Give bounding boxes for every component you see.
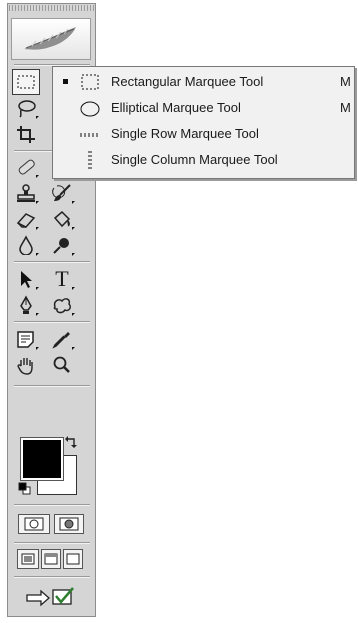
path-selection-tool[interactable]: [12, 266, 40, 292]
menu-item-shortcut: M: [340, 100, 351, 115]
toolbar-separator: [14, 261, 90, 263]
checked-indicator-icon: [63, 79, 68, 84]
quick-mask-mode-button[interactable]: [54, 514, 84, 534]
app-logo[interactable]: [11, 18, 91, 60]
hand-icon: [17, 358, 33, 375]
custom-shape-tool[interactable]: [48, 292, 76, 318]
marquee-row-icon: [80, 133, 100, 137]
menu-item-label: Rectangular Marquee Tool: [111, 74, 264, 89]
jump-to-imageready-button[interactable]: [19, 583, 83, 609]
menu-item-rectangular-marquee[interactable]: Rectangular Marquee Tool M: [53, 69, 354, 95]
history-brush-tool[interactable]: [48, 180, 76, 206]
paint-bucket-tool[interactable]: [48, 206, 76, 232]
menu-item-elliptical-marquee[interactable]: Elliptical Marquee Tool M: [53, 95, 354, 121]
marquee-rect-icon: [17, 75, 35, 89]
dodge-icon: [53, 238, 69, 254]
type-tool[interactable]: T: [48, 266, 76, 292]
shape-icon: [53, 298, 71, 314]
screen-mode-standard-icon: [21, 553, 35, 565]
clone-stamp-tool[interactable]: [12, 180, 40, 206]
blur-tool[interactable]: [12, 232, 40, 258]
zoom-tool[interactable]: [48, 352, 76, 378]
feather-icon: [24, 27, 76, 50]
stamp-icon: [17, 184, 35, 202]
menu-item-single-column-marquee[interactable]: Single Column Marquee Tool: [53, 147, 354, 173]
drop-icon: [19, 235, 33, 255]
dodge-tool[interactable]: [48, 232, 76, 258]
type-icon: T: [55, 266, 69, 291]
history-brush-icon: [52, 184, 71, 201]
rectangular-marquee-tool[interactable]: [12, 69, 40, 95]
standard-screen-mode-button[interactable]: [17, 549, 39, 569]
healing-brush-tool[interactable]: [12, 154, 40, 180]
foreground-color-swatch[interactable]: [20, 437, 64, 481]
arrow-icon: [21, 271, 32, 288]
screen-mode-menu-icon: [44, 553, 58, 565]
jump-to-icon: [26, 587, 74, 607]
standard-mode-button[interactable]: [18, 514, 50, 534]
marquee-tools-flyout: Rectangular Marquee Tool M Elliptical Ma…: [52, 66, 355, 179]
marquee-rect-icon: [81, 74, 99, 90]
menu-item-label: Elliptical Marquee Tool: [111, 100, 241, 115]
full-screen-mode-button[interactable]: [63, 549, 83, 569]
swap-colors-icon[interactable]: [64, 435, 78, 449]
toolbar-separator: [14, 321, 90, 323]
pen-icon: [20, 295, 32, 314]
eyedropper-icon: [52, 332, 70, 349]
default-colors-icon[interactable]: [18, 482, 31, 495]
menu-item-shortcut: M: [340, 74, 351, 89]
full-screen-menu-mode-button[interactable]: [41, 549, 61, 569]
toolbar-separator: [14, 576, 90, 578]
notes-icon: [17, 331, 34, 348]
eraser-icon: [16, 213, 36, 228]
screen-mode-full-icon: [66, 553, 80, 565]
hand-tool[interactable]: [12, 352, 40, 378]
bandage-icon: [18, 159, 35, 175]
eyedropper-tool[interactable]: [48, 326, 76, 352]
zoom-icon: [53, 356, 70, 373]
quick-mask-icon: [59, 517, 79, 531]
crop-icon: [17, 126, 35, 143]
menu-item-single-row-marquee[interactable]: Single Row Marquee Tool: [53, 121, 354, 147]
panel-grip[interactable]: [9, 5, 94, 11]
crop-tool[interactable]: [12, 121, 40, 147]
standard-mode-icon: [24, 517, 44, 531]
notes-tool[interactable]: [12, 326, 40, 352]
lasso-tool[interactable]: [12, 95, 40, 121]
marquee-column-icon: [88, 151, 92, 169]
toolbar-separator: [14, 504, 90, 506]
toolbar-separator: [14, 542, 90, 544]
lasso-icon: [18, 100, 36, 118]
pen-tool[interactable]: [12, 292, 40, 318]
eraser-tool[interactable]: [12, 206, 40, 232]
toolbar-separator: [14, 385, 90, 387]
marquee-ellipse-icon: [80, 101, 100, 117]
menu-item-label: Single Column Marquee Tool: [111, 152, 278, 167]
bucket-icon: [53, 210, 71, 228]
menu-item-label: Single Row Marquee Tool: [111, 126, 259, 141]
